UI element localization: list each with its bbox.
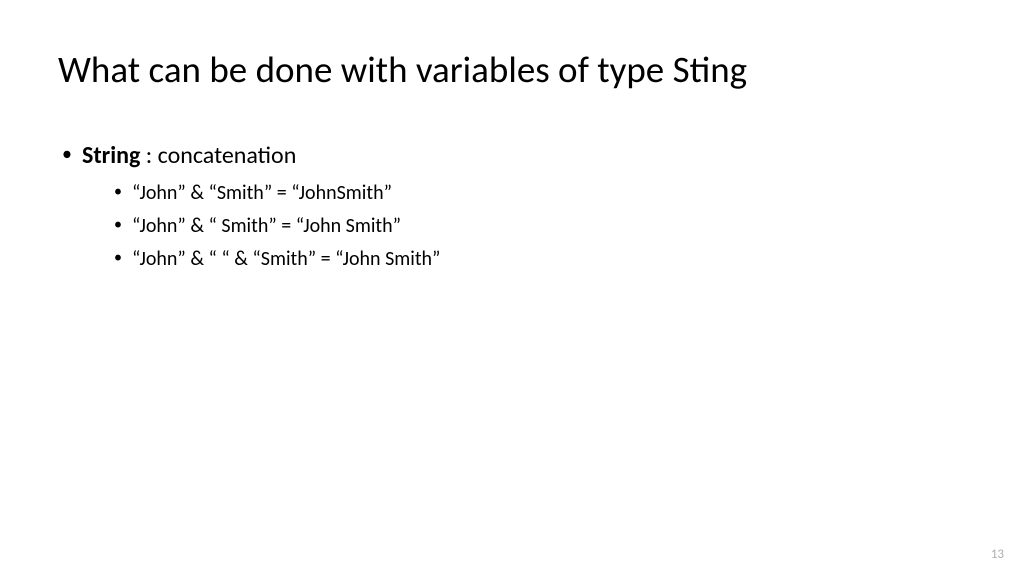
slide-title: What can be done with variables of type … xyxy=(58,48,966,92)
bullet-level-2: • “John” & “Smith” = “JohnSmith” xyxy=(114,180,966,207)
bullet-marker: • xyxy=(114,181,132,203)
bullet-marker: • xyxy=(114,247,132,269)
example-text: “John” & “ “ & “Smith” = “John Smith” xyxy=(132,246,966,273)
slide-content: • String : concatenation • “John” & “Smi… xyxy=(58,140,966,272)
bullet-marker: • xyxy=(62,141,82,167)
page-number: 13 xyxy=(991,547,1004,562)
bullet-level-1: • String : concatenation xyxy=(62,140,966,171)
sub-bullet-list: • “John” & “Smith” = “JohnSmith” • “John… xyxy=(114,180,966,273)
bullet-level-2: • “John” & “ Smith” = “John Smith” xyxy=(114,213,966,240)
bullet-rest: : concatenation xyxy=(140,141,296,170)
slide: What can be done with variables of type … xyxy=(0,0,1024,576)
bullet-strong: String xyxy=(82,141,140,170)
example-text: “John” & “ Smith” = “John Smith” xyxy=(132,213,966,240)
bullet-level-2: • “John” & “ “ & “Smith” = “John Smith” xyxy=(114,246,966,273)
bullet-text: String : concatenation xyxy=(82,140,966,171)
example-text: “John” & “Smith” = “JohnSmith” xyxy=(132,180,966,207)
bullet-marker: • xyxy=(114,214,132,236)
